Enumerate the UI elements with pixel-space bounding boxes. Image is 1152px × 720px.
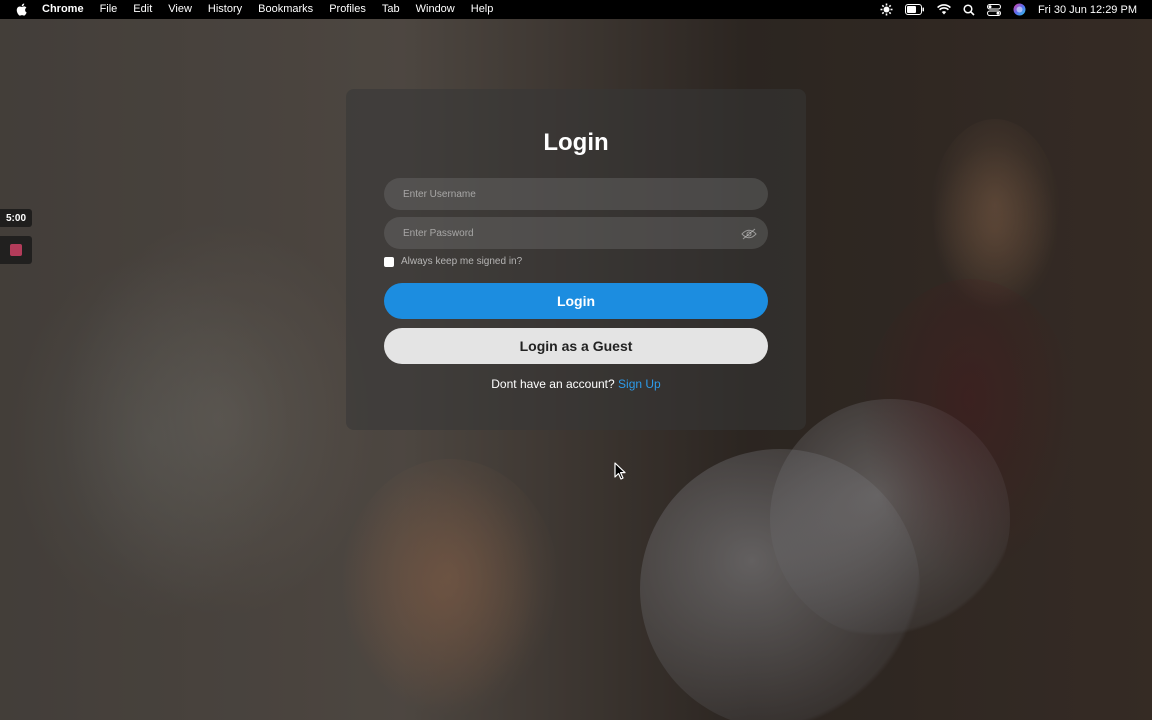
stop-recording-button[interactable] <box>0 236 32 264</box>
mouse-cursor-icon <box>614 462 626 485</box>
siri-icon[interactable] <box>1013 3 1026 16</box>
battery-icon[interactable] <box>904 4 925 15</box>
recording-timer: 5:00 <box>0 209 32 227</box>
show-password-icon[interactable] <box>741 227 757 245</box>
menu-tab[interactable]: Tab <box>374 0 408 19</box>
apple-icon[interactable] <box>0 3 42 16</box>
sign-up-link[interactable]: Sign Up <box>618 377 661 391</box>
login-button[interactable]: Login <box>384 283 768 319</box>
search-icon[interactable] <box>963 3 975 16</box>
menu-bar: Chrome File Edit View History Bookmarks … <box>0 0 1152 19</box>
menu-bookmarks[interactable]: Bookmarks <box>250 0 321 19</box>
menu-profiles[interactable]: Profiles <box>321 0 374 19</box>
screen: Chrome File Edit View History Bookmarks … <box>0 0 1152 720</box>
menu-file[interactable]: File <box>92 0 126 19</box>
no-account-text: Dont have an account? <box>491 377 615 391</box>
wifi-icon[interactable] <box>936 4 951 15</box>
stop-icon <box>10 244 22 256</box>
menu-view[interactable]: View <box>160 0 200 19</box>
menu-help[interactable]: Help <box>463 0 502 19</box>
menu-window[interactable]: Window <box>408 0 463 19</box>
status-area: Fri 30 Jun 12:29 PM <box>880 3 1152 16</box>
password-input[interactable] <box>384 217 768 249</box>
settings-icon[interactable] <box>880 3 893 16</box>
login-as-guest-button[interactable]: Login as a Guest <box>384 328 768 364</box>
menu-app-chrome[interactable]: Chrome <box>42 0 92 19</box>
menu-edit[interactable]: Edit <box>125 0 160 19</box>
username-input[interactable] <box>384 178 768 210</box>
menu-clock[interactable]: Fri 30 Jun 12:29 PM <box>1038 4 1137 16</box>
menu-history[interactable]: History <box>200 0 250 19</box>
remember-label: Always keep me signed in? <box>401 256 523 267</box>
control-center-icon[interactable] <box>986 3 1001 16</box>
remember-checkbox[interactable] <box>384 257 394 267</box>
signup-row: Dont have an account? Sign Up <box>0 377 1152 391</box>
login-title: Login <box>543 129 609 156</box>
